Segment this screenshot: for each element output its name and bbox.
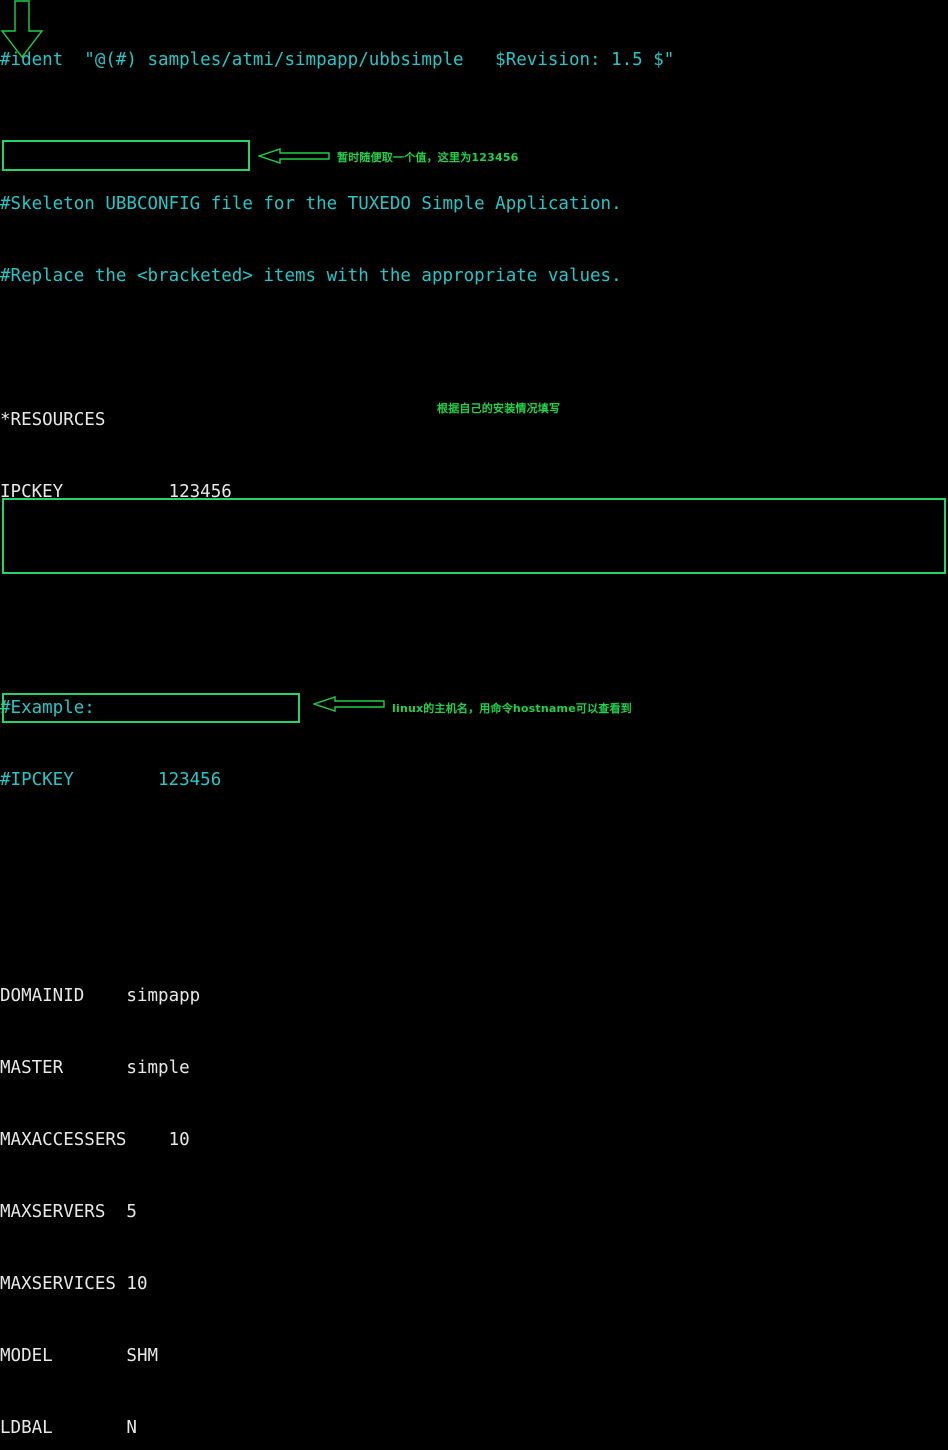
config-domainid: DOMAINID simpapp [0,986,201,1006]
terminal-screen: #ident "@(#) samples/atmi/simpapp/ubbsim… [0,0,948,1438]
annotation-ipckey-label: 暂时随便取一个值，这里为123456 [337,151,519,164]
config-file-text[interactable]: #ident "@(#) samples/atmi/simpapp/ubbsim… [0,0,948,1450]
annotation-ericsson-label: linux的主机名，用命令hostname可以查看到 [392,702,632,715]
config-maxservices: MAXSERVICES 10 [0,1274,148,1294]
code-line: #Skeleton UBBCONFIG file for the TUXEDO … [0,194,622,214]
code-line: #ident "@(#) samples/atmi/simpapp/ubbsim… [0,50,675,70]
annotation-directories-label: 根据自己的安装情况填写 [437,402,561,415]
arrow-left-icon [258,148,330,164]
config-model: MODEL SHM [0,1346,159,1366]
config-maxservers: MAXSERVERS 5 [0,1202,137,1222]
code-line: #IPCKEY 123456 [0,770,222,790]
code-line: #Replace the <bracketed> items with the … [0,266,622,286]
config-ldbal: LDBAL N [0,1418,137,1438]
config-master: MASTER simple [0,1058,190,1078]
config-ipckey: IPCKEY 123456 [0,482,232,502]
config-maxaccessers: MAXACCESSERS 10 [0,1130,190,1150]
arrow-left-icon [313,696,385,712]
